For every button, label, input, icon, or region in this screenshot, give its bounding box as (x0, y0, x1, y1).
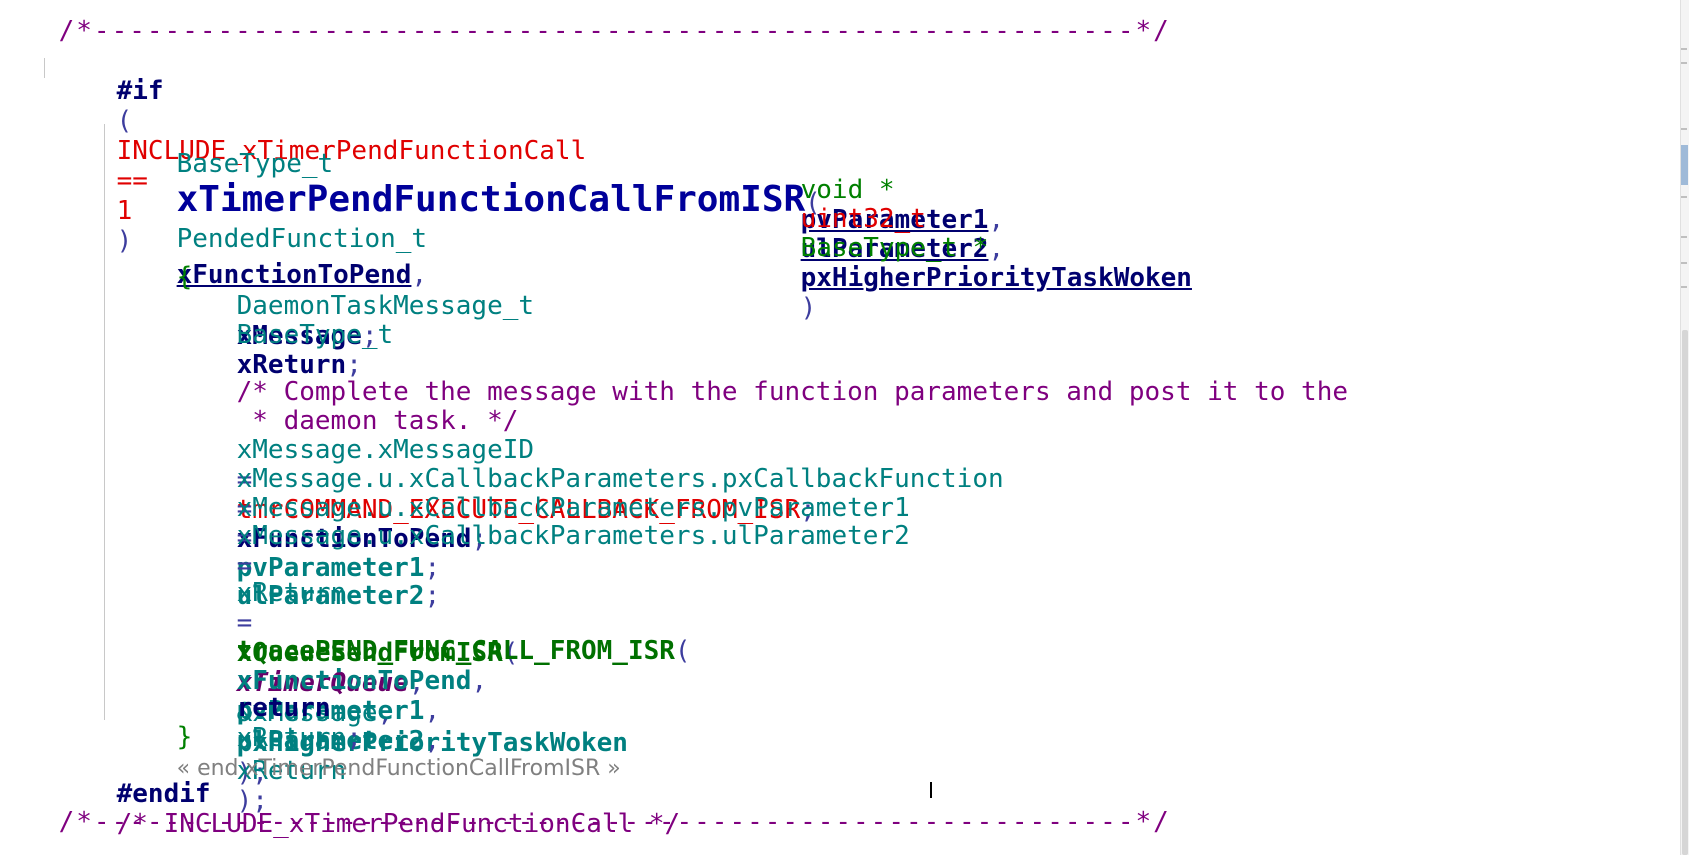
vertical-scrollbar[interactable] (1680, 0, 1689, 855)
variable-name: xReturn (236, 578, 347, 608)
paren-close: ) (800, 293, 817, 323)
return-type: BaseType_t (176, 149, 334, 179)
code-line-assign4[interactable]: xMessage.u.xCallbackParameters.ulParamet… (174, 491, 910, 611)
code-line-comment2[interactable]: * daemon task. */ (174, 376, 518, 436)
code-line-signature[interactable]: BaseType_t xTimerPendFunctionCallFromISR… (114, 110, 821, 290)
code-line-decl1[interactable]: DaemonTaskMessage_t xMessage; (174, 261, 534, 351)
code-line-assign3[interactable]: xMessage.u.xCallbackParameters.pvParamet… (174, 463, 910, 583)
brace-close: } (176, 722, 193, 752)
param-type: BaseType_t * (800, 233, 989, 263)
code-line-separator-top[interactable]: /*--------------------------------------… (0, 0, 1171, 46)
scroll-marker (1681, 286, 1687, 288)
separator-comment: /*--------------------------------------… (58, 807, 1171, 837)
code-editor[interactable]: /*--------------------------------------… (0, 0, 1689, 855)
code-line-comment1[interactable]: /* Complete the message with the functio… (174, 347, 1348, 407)
text-caret (930, 782, 932, 798)
code-line-return[interactable]: return xReturn; (174, 663, 362, 753)
comma: , (988, 234, 1005, 264)
scroll-thumb[interactable] (1682, 330, 1688, 855)
code-line-if[interactable]: #if ( INCLUDE_xTimerPendFunctionCall == … (54, 46, 587, 256)
code-line-endif[interactable]: #endif /* INCLUDE_xTimerPendFunctionCall… (54, 749, 681, 839)
scroll-marker (1681, 236, 1687, 238)
code-line-decl2[interactable]: BaseType_t xReturn; (174, 290, 394, 380)
param-type: PendedFunction_t (176, 224, 428, 254)
code-line-open-brace[interactable]: { (114, 232, 193, 292)
code-line-close-brace[interactable]: } « end xTimerPendFunctionCallFromISR » (114, 692, 621, 781)
code-line-send[interactable]: xReturn = xQueueSendFromISR( xTimerQueue… (174, 548, 628, 788)
code-line-trace[interactable]: tracePEND_FUNC_CALL_FROM_ISR( xFunctionT… (174, 606, 691, 816)
function-name[interactable]: xTimerPendFunctionCallFromISR (177, 179, 806, 220)
code-line-assign1[interactable]: xMessage.xMessageID = tmrCOMMAND_EXECUTE… (174, 405, 816, 525)
scroll-marker (1681, 128, 1687, 130)
scroll-marker (1681, 196, 1687, 198)
type-name: BaseType_t (236, 320, 394, 350)
function-call[interactable]: tracePEND_FUNC_CALL_FROM_ISR (237, 636, 675, 666)
indent-guide (44, 58, 45, 78)
scroll-viewport-marker (1681, 145, 1688, 185)
code-line-separator-bottom[interactable]: /*--------------------------------------… (0, 777, 1171, 837)
code-line-assign2[interactable]: xMessage.u.xCallbackParameters.pxCallbac… (174, 434, 1004, 554)
code-line-param4[interactable]: BaseType_t * pxHigherPriorityTaskWoken ) (738, 203, 1192, 323)
code-line-param2[interactable]: void * pvParameter1, (738, 145, 1005, 235)
scroll-marker (1681, 48, 1687, 50)
member-access: xMessage.u.xCallbackParameters.ulParamet… (236, 521, 910, 551)
separator-comment: /*--------------------------------------… (58, 16, 1171, 46)
param-name[interactable]: pxHigherPriorityTaskWoken (801, 263, 1192, 293)
preprocessor-if: #if (116, 76, 164, 106)
scroll-marker (1681, 262, 1687, 264)
code-line-param3[interactable]: uint32_t ulParameter2, (738, 174, 1005, 264)
scroll-marker (1681, 62, 1687, 64)
